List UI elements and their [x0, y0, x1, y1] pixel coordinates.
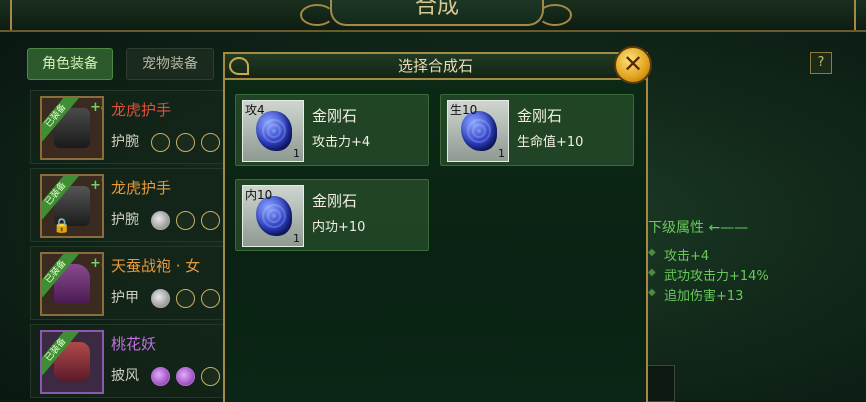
- stone-name: 金刚石: [312, 192, 358, 210]
- banner-left-edge: [10, 0, 18, 30]
- stone-icon-box: 内10 1: [242, 185, 304, 247]
- equipment-thumbnail: 已装备 +5: [40, 252, 104, 316]
- dialog-title: 选择合成石: [397, 57, 473, 75]
- next-level-attributes-header: 下级属性 ←——: [648, 217, 748, 237]
- equipment-name: 天蚕战袍 · 女: [111, 257, 201, 275]
- stone-stat: 生命值+10: [517, 135, 584, 150]
- gem-slot-empty[interactable]: [176, 211, 195, 230]
- stone-name: 金刚石: [517, 107, 563, 125]
- equipment-thumbnail: 已装备: [40, 330, 104, 394]
- window-title: 合成: [330, 0, 544, 26]
- enhance-level: +5: [90, 256, 102, 271]
- close-icon[interactable]: ✕: [614, 46, 652, 84]
- arrow-left-icon: ←——: [708, 220, 749, 236]
- banner-scroll-left-ornament: [300, 4, 334, 26]
- help-button[interactable]: ?: [810, 52, 832, 74]
- stone-stat: 攻击力+4: [312, 135, 371, 150]
- equipment-type: 披风: [111, 368, 139, 384]
- dialog-header: 选择合成石: [225, 54, 646, 80]
- stone-card[interactable]: 生10 1 金刚石 生命值+10: [440, 94, 634, 166]
- equipment-thumbnail: 已装备 +4: [40, 96, 104, 160]
- tab-pet-equipment[interactable]: 宠物装备: [126, 48, 214, 80]
- enhance-level: +7: [90, 178, 102, 193]
- gem-slot-filled[interactable]: [151, 367, 170, 386]
- gem-slot-empty[interactable]: [151, 133, 170, 152]
- equipment-item[interactable]: 已装备 桃花妖 披风: [30, 324, 227, 398]
- stone-icon-box: 生10 1: [447, 100, 509, 162]
- gem-slot-empty[interactable]: [201, 211, 220, 230]
- equipment-item[interactable]: 已装备 +4 龙虎护手 护腕: [30, 90, 227, 164]
- equipment-type: 护腕: [111, 212, 139, 228]
- equipment-list: 已装备 +4 龙虎护手 护腕 已装备 +7 🔒 龙虎护手 护腕 已装备 +5 天…: [30, 90, 227, 400]
- gem-slot-empty[interactable]: [201, 367, 220, 386]
- gem-slot-empty[interactable]: [176, 133, 195, 152]
- top-banner: 合成: [0, 0, 866, 32]
- gem-slot-filled[interactable]: [151, 289, 170, 308]
- stone-tag: 内10: [245, 188, 273, 202]
- bullet-icon: ◆: [648, 287, 656, 298]
- stone-tag: 生10: [450, 103, 478, 117]
- tab-character-equipment[interactable]: 角色装备: [27, 48, 113, 80]
- attributes-header-label: 下级属性: [648, 220, 704, 236]
- bullet-icon: ◆: [648, 267, 656, 278]
- select-stone-dialog: 选择合成石 攻4 1 金刚石 攻击力+4 生10 1 金刚石 生命值+10 内1…: [223, 52, 648, 402]
- attribute-line: 武功攻击力+14%: [664, 269, 769, 284]
- enhance-level: +4: [90, 100, 102, 115]
- stone-card[interactable]: 内10 1 金刚石 内功+10: [235, 179, 429, 251]
- stone-count: 1: [293, 147, 300, 160]
- equipment-type: 护腕: [111, 134, 139, 150]
- stone-name: 金刚石: [312, 107, 358, 125]
- gem-slot-empty[interactable]: [201, 289, 220, 308]
- item-slot-frame: [645, 365, 675, 402]
- equipment-name: 龙虎护手: [111, 179, 172, 197]
- equipment-item[interactable]: 已装备 +5 天蚕战袍 · 女 护甲: [30, 246, 227, 320]
- gem-slot-filled[interactable]: [151, 211, 170, 230]
- equipment-type: 护甲: [111, 290, 139, 306]
- equipment-name: 桃花妖: [111, 335, 157, 353]
- gem-slot-empty[interactable]: [176, 289, 195, 308]
- banner-right-edge: [848, 0, 856, 30]
- lock-icon: 🔒: [53, 218, 71, 234]
- banner-scroll-right-ornament: [538, 4, 572, 26]
- gem-slot-empty[interactable]: [201, 133, 220, 152]
- stone-tag: 攻4: [245, 103, 265, 117]
- bullet-icon: ◆: [648, 247, 656, 258]
- stone-count: 1: [498, 147, 505, 160]
- gem-slot-filled[interactable]: [176, 367, 195, 386]
- attribute-line: 攻击+4: [664, 249, 710, 264]
- stone-stat: 内功+10: [312, 220, 366, 235]
- attribute-line: 追加伤害+13: [664, 289, 744, 304]
- stone-card[interactable]: 攻4 1 金刚石 攻击力+4: [235, 94, 429, 166]
- stone-count: 1: [293, 232, 300, 245]
- stone-icon-box: 攻4 1: [242, 100, 304, 162]
- equipment-name: 龙虎护手: [111, 101, 172, 119]
- equipment-item[interactable]: 已装备 +7 🔒 龙虎护手 护腕: [30, 168, 227, 242]
- equipment-thumbnail: 已装备 +7 🔒: [40, 174, 104, 238]
